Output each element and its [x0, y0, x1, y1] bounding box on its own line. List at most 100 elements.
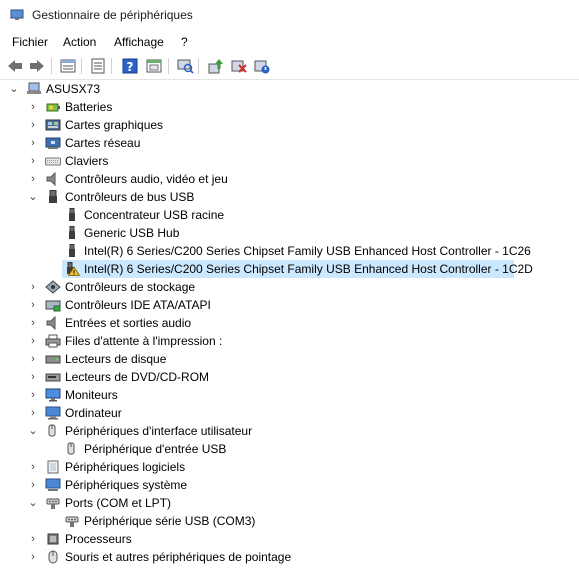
tree-item-label: Contrôleurs de bus USB: [65, 190, 195, 204]
toolbar-separator: [81, 58, 82, 74]
tree-category[interactable]: › Contrôleurs audio, vidéo et jeu: [0, 170, 579, 188]
tree-device[interactable]: Périphérique série USB (COM3): [0, 512, 579, 530]
menu-affichage[interactable]: Affichage: [114, 35, 164, 49]
collapse-chevron-icon[interactable]: ⌄: [28, 188, 38, 206]
list-view-icon[interactable]: [89, 57, 107, 75]
toolbar-separator: [168, 58, 169, 74]
expand-chevron-icon[interactable]: ›: [28, 332, 38, 350]
software-device-icon: [47, 460, 59, 474]
expand-chevron-icon[interactable]: ›: [28, 134, 38, 152]
expand-chevron-icon[interactable]: ›: [28, 476, 38, 494]
tree-item-label: Batteries: [65, 100, 113, 114]
menu-action[interactable]: Action: [63, 35, 96, 49]
expand-chevron-icon[interactable]: ›: [28, 548, 38, 566]
tree-device[interactable]: Intel(R) 6 Series/C200 Series Chipset Fa…: [0, 242, 579, 260]
expand-chevron-icon[interactable]: ›: [28, 278, 38, 296]
storage-controller-icon: [45, 280, 61, 294]
expand-chevron-icon[interactable]: ›: [28, 152, 38, 170]
tree-item-label: Files d'attente à l'impression :: [65, 334, 223, 348]
tree-category[interactable]: › Ordinateur: [0, 404, 579, 422]
tree-category[interactable]: ⌄ Périphériques d'interface utilisateur: [0, 422, 579, 440]
tree-item-label: Périphériques d'interface utilisateur: [65, 424, 253, 438]
hid-icon: [67, 442, 75, 455]
tree-category[interactable]: › Souris et autres périphériques de point…: [0, 548, 579, 566]
mouse-icon: [48, 550, 58, 564]
disk-drive-icon: [45, 355, 61, 364]
tree-item-label: Périphériques logiciels: [65, 460, 186, 474]
keyboard-icon: [45, 157, 61, 166]
tree-category[interactable]: › Claviers: [0, 152, 579, 170]
collapse-chevron-icon[interactable]: ⌄: [28, 494, 38, 512]
tree-item-label: Cartes réseau: [65, 136, 141, 150]
collapse-chevron-icon[interactable]: ⌄: [28, 422, 38, 440]
properties-view-icon[interactable]: [59, 57, 77, 75]
tree-category[interactable]: ⌄ Contrôleurs de bus USB: [0, 188, 579, 206]
tree-item-label: Intel(R) 6 Series/C200 Series Chipset Fa…: [84, 262, 533, 276]
back-icon[interactable]: [6, 57, 24, 75]
tree-item-label: Entrées et sorties audio: [65, 316, 192, 330]
printer-icon: [45, 334, 61, 348]
tree-category[interactable]: › Lecteurs de disque: [0, 350, 579, 368]
expand-chevron-icon[interactable]: ›: [28, 350, 38, 368]
tree-device-selected[interactable]: Intel(R) 6 Series/C200 Series Chipset Fa…: [0, 260, 579, 278]
usb-warning-icon: [67, 262, 80, 276]
tree-root[interactable]: ⌄ ASUSX73: [0, 80, 579, 98]
tree-device[interactable]: Generic USB Hub: [0, 224, 579, 242]
help-icon[interactable]: ?: [121, 57, 139, 75]
tree-item-label: Contrôleurs IDE ATA/ATAPI: [65, 298, 211, 312]
expand-chevron-icon[interactable]: ›: [28, 170, 38, 188]
expand-chevron-icon[interactable]: ›: [28, 404, 38, 422]
expand-chevron-icon[interactable]: ›: [28, 368, 38, 386]
toolbar-separator: [111, 58, 112, 74]
tree-item-label: Concentrateur USB racine: [84, 208, 225, 222]
battery-icon: [46, 103, 60, 112]
tree-item-label: Souris et autres périphériques de pointa…: [65, 550, 292, 564]
window-title: Gestionnaire de périphériques: [32, 8, 193, 22]
ide-controller-icon: [45, 300, 61, 312]
tree-category[interactable]: › Périphériques système: [0, 476, 579, 494]
tree-category[interactable]: › Batteries: [0, 98, 579, 116]
tree-item-label: Périphérique série USB (COM3): [84, 514, 256, 528]
expand-chevron-icon[interactable]: ›: [28, 458, 38, 476]
tree-item-label: Périphériques système: [65, 478, 188, 492]
tree-category[interactable]: › Lecteurs de DVD/CD-ROM: [0, 368, 579, 386]
hid-icon: [48, 424, 56, 437]
computer-icon: [45, 406, 61, 420]
usb-plug-icon: [69, 244, 75, 257]
show-hidden-icon[interactable]: [145, 57, 163, 75]
tree-category[interactable]: › Moniteurs: [0, 386, 579, 404]
tree-category[interactable]: › Cartes graphiques: [0, 116, 579, 134]
tree-item-label: Claviers: [65, 154, 109, 168]
tree-item-label: Ports (COM et LPT): [65, 496, 172, 510]
tree-category[interactable]: › Cartes réseau: [0, 134, 579, 152]
expand-chevron-icon[interactable]: ›: [28, 296, 38, 314]
update-driver-icon[interactable]: [207, 57, 225, 75]
tree-category[interactable]: ⌄ Ports (COM et LPT): [0, 494, 579, 512]
scan-icon[interactable]: [176, 57, 194, 75]
menu-fichier[interactable]: Fichier: [12, 35, 48, 49]
tree-item-label: Périphérique d'entrée USB: [84, 442, 227, 456]
tree-category[interactable]: › Files d'attente à l'impression :: [0, 332, 579, 350]
expand-chevron-icon[interactable]: ›: [28, 386, 38, 404]
tree-category[interactable]: › Contrôleurs IDE ATA/ATAPI: [0, 296, 579, 314]
expand-chevron-icon[interactable]: ›: [28, 98, 38, 116]
tree-item-label: Cartes graphiques: [65, 118, 164, 132]
uninstall-icon[interactable]: [230, 57, 248, 75]
disable-device-icon[interactable]: [253, 57, 271, 75]
tree-category[interactable]: › Entrées et sorties audio: [0, 314, 579, 332]
monitor-icon: [45, 388, 61, 402]
expand-chevron-icon[interactable]: ›: [28, 314, 38, 332]
tree-device[interactable]: Concentrateur USB racine: [0, 206, 579, 224]
port-icon: [65, 516, 79, 527]
tree-category[interactable]: › Contrôleurs de stockage: [0, 278, 579, 296]
tree-category[interactable]: › Processeurs: [0, 530, 579, 548]
collapse-chevron-icon[interactable]: ⌄: [9, 80, 19, 98]
menu-help[interactable]: ?: [181, 35, 188, 49]
tree-item-label: Contrôleurs de stockage: [65, 280, 196, 294]
forward-icon[interactable]: [28, 57, 46, 75]
expand-chevron-icon[interactable]: ›: [28, 530, 38, 548]
expand-chevron-icon[interactable]: ›: [28, 116, 38, 134]
device-tree: ⌄ ASUSX73 › Batteries › Cartes graphiques › Car…: [0, 80, 579, 585]
tree-device[interactable]: Périphérique d'entrée USB: [0, 440, 579, 458]
tree-category[interactable]: › Périphériques logiciels: [0, 458, 579, 476]
